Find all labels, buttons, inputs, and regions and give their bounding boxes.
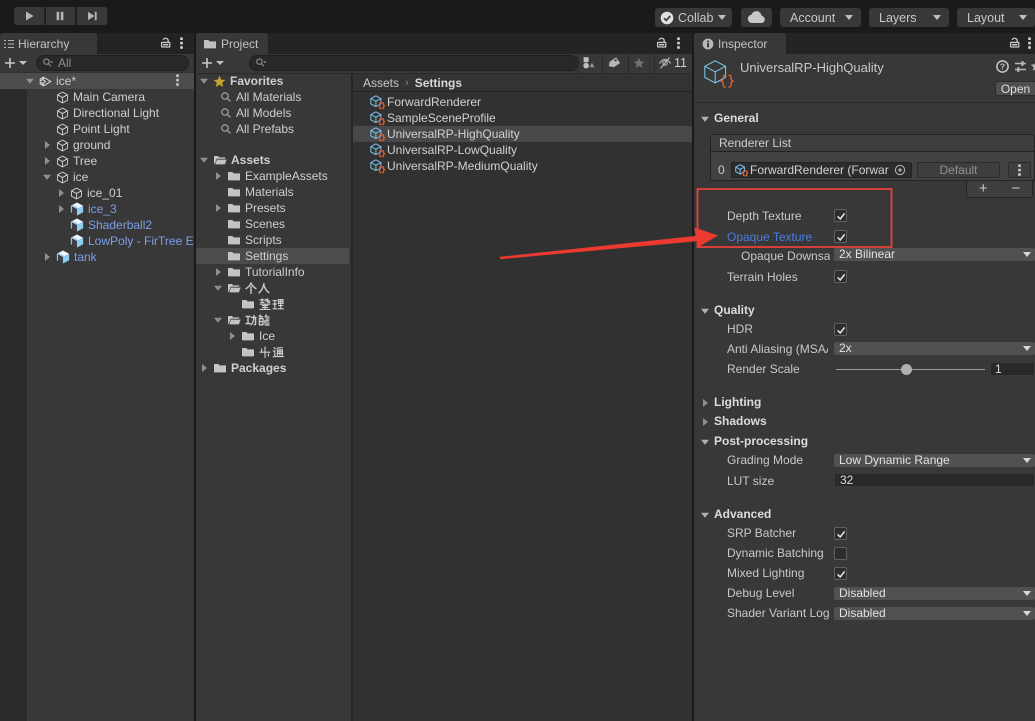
- svg-text:?: ?: [1000, 62, 1005, 72]
